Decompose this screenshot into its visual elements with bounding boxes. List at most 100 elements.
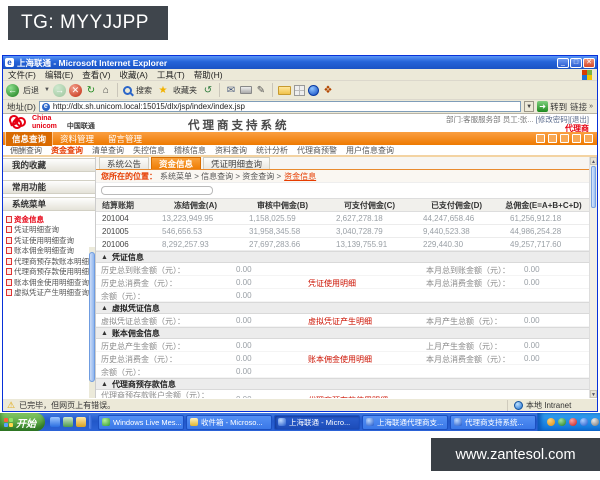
nav-tab-info-query[interactable]: 信息查询 [4,130,54,147]
menu-tools[interactable]: 工具(T) [157,69,185,81]
subnav-list-query[interactable]: 清单查询 [92,145,124,156]
sidebar-item-prepay-ledger[interactable]: 代理商预存款账本明细查询 [6,256,95,267]
search-button-label[interactable]: 搜索 [136,85,152,96]
messenger-icon[interactable] [307,84,319,96]
section-row: 历史总产生金额（元）： 0.00 上月产生金额（元）： 0.00 [96,339,589,352]
voucher-usage-detail-link[interactable]: 凭证使用明细 [308,278,356,289]
tab-voucher-detail[interactable]: 凭证明细查询 [203,157,271,169]
nav-mini-icon[interactable] [584,134,593,143]
nav-mini-icon[interactable] [560,134,569,143]
tray-network-icon[interactable] [580,418,588,426]
maximize-button[interactable]: □ [570,57,582,68]
address-input[interactable]: e http://dlx.sh.unicom.local:15015/dlx/j… [38,101,522,112]
browser-toolbar: ← 后退 ▼ → ✕ ↻ ⌂ 搜索 ★ 收藏夹 ↺ ✉ ✎ ❖ [3,81,597,100]
section-header-prepay[interactable]: ▲ 代理商预存款信息 [96,378,589,390]
taskbar-button-label: 收件箱 - Microso... [201,417,263,427]
sidebar-item-voucher-detail[interactable]: 凭证明细查询 [6,225,95,236]
nav-tab-data-mgmt[interactable]: 资料管理 [54,132,100,146]
grid-view-icon[interactable] [293,84,305,96]
title-bar[interactable]: e 上海联通 - Microsoft Internet Explorer _ □… [3,56,597,69]
scroll-up-arrow-icon[interactable]: ▲ [590,157,597,165]
tray-shield-icon[interactable] [558,418,566,426]
nav-mini-icon[interactable] [572,134,581,143]
cell-frozen: 8,292,257.93 [162,239,209,249]
menu-favorites[interactable]: 收藏(A) [120,69,148,81]
ledger-usage-detail-link[interactable]: 账本佣金使用明细 [308,354,372,365]
sidebar-item-ledger-detail[interactable]: 账本佣金明细查询 [6,246,95,257]
ie-icon [278,418,286,426]
tray-volume-icon[interactable] [591,418,599,426]
home-button-icon[interactable]: ⌂ [100,84,112,96]
virtual-voucher-detail-link[interactable]: 虚拟凭证产生明细 [308,316,372,327]
subnav-funds-query[interactable]: 资金查询 [51,145,83,156]
taskbar-button-shanghai-unicom[interactable]: 上海联通 - Micro... [274,414,360,430]
field-value: 0.00 [524,316,540,325]
menu-edit[interactable]: 编辑(E) [45,69,73,81]
section-header-ledger[interactable]: ▲ 账本佣金信息 [96,327,589,339]
nav-mini-icon[interactable] [548,134,557,143]
sidebar-item-funds-info[interactable]: 资金信息 [6,214,95,225]
doc-icon [6,247,12,255]
tab-funds-info[interactable]: 资金信息 [151,157,202,169]
go-button[interactable]: ➜ 转到 [537,101,567,113]
sidebar-header-favorites[interactable]: 我的收藏 [3,158,95,172]
nav-tab-message-mgmt[interactable]: 留言管理 [102,132,148,146]
tab-system-notice[interactable]: 系统公告 [99,157,150,169]
taskbar-button-live-messenger[interactable]: Windows Live Mes... [98,414,184,430]
close-button[interactable]: ✕ [583,57,595,68]
mail-icon[interactable]: ✉ [225,84,237,96]
tray-update-icon[interactable] [547,418,555,426]
print-icon[interactable] [239,86,252,94]
subnav-item-4[interactable]: 失控信息 [133,145,165,156]
back-dropdown-icon[interactable]: ▼ [44,87,50,93]
links-label[interactable]: 链接 » [570,101,593,113]
subnav-stats[interactable]: 统计分析 [256,145,288,156]
subnav-item-5[interactable]: 稽核信息 [174,145,206,156]
search-icon[interactable] [122,85,132,95]
subnav-commission-query[interactable]: 佣酬查询 [10,145,42,156]
field-label: 本月总消费金额（元）： [426,279,510,288]
nav-mini-icon[interactable] [536,134,545,143]
refresh-button-icon[interactable]: ↻ [85,84,97,96]
forward-button-icon[interactable]: → [52,83,66,97]
minimize-button[interactable]: _ [557,57,569,68]
field-label: 虚拟凭证总金额（元）： [101,317,185,326]
subnav-data-query[interactable]: 资料查询 [215,145,247,156]
quick-launch-media-icon[interactable] [76,417,86,427]
address-dropdown-icon[interactable]: ▼ [524,101,535,112]
menu-file[interactable]: 文件(F) [8,69,36,81]
sidebar-header-system-menu[interactable]: 系统菜单 [3,197,95,211]
edit-icon[interactable]: ✎ [255,84,267,96]
quick-launch-desktop-icon[interactable] [63,417,73,427]
quick-launch-ie-icon[interactable] [50,417,60,427]
start-button[interactable]: 开始 [0,413,45,431]
section-header-virtual-voucher[interactable]: ▲ 虚拟凭证信息 [96,302,589,314]
sidebar-item-voucher-usage[interactable]: 凭证使用明细查询 [6,235,95,246]
main-scrollbar[interactable]: ▲ ▼ [589,157,597,398]
tray-antivirus-icon[interactable] [569,418,577,426]
history-icon[interactable]: ↺ [202,84,214,96]
menu-view[interactable]: 查看(V) [82,69,110,81]
back-button-icon[interactable]: ← [6,83,19,97]
menu-help[interactable]: 帮助(H) [194,69,223,81]
sidebar-scrollbar[interactable] [89,247,95,398]
stop-button-icon[interactable]: ✕ [68,83,82,97]
sidebar-item-virtual-voucher[interactable]: 虚拟凭证产生明细查询 [6,288,95,299]
taskbar-button-inbox[interactable]: 收件箱 - Microso... [186,414,272,430]
favorites-star-icon[interactable]: ★ [157,84,169,96]
taskbar-button-agent-support[interactable]: 上海联通代理商支... [362,414,448,430]
subnav-agent-alert[interactable]: 代理商预警 [297,145,337,156]
folder-icon[interactable] [277,85,291,95]
back-button-label[interactable]: 后退 [23,85,39,96]
sidebar-item-prepay-usage[interactable]: 代理商预存款使用明细查询 [6,267,95,278]
taskbar-button-agent-system[interactable]: 代理商支持系统... [450,414,536,430]
favorites-button-label[interactable]: 收藏夹 [173,85,197,96]
discuss-icon[interactable]: ❖ [322,84,334,96]
scroll-down-arrow-icon[interactable]: ▼ [590,390,597,398]
sidebar-scrollbar-thumb[interactable] [89,252,95,382]
sidebar-item-ledger-usage[interactable]: 账本佣金使用明细查询 [6,277,95,288]
section-header-voucher[interactable]: ▲ 凭证信息 [96,251,589,263]
main-scrollbar-thumb[interactable] [591,166,596,208]
sidebar-header-common[interactable]: 常用功能 [3,180,95,194]
subnav-user-info-query[interactable]: 用户信息查询 [346,145,394,156]
